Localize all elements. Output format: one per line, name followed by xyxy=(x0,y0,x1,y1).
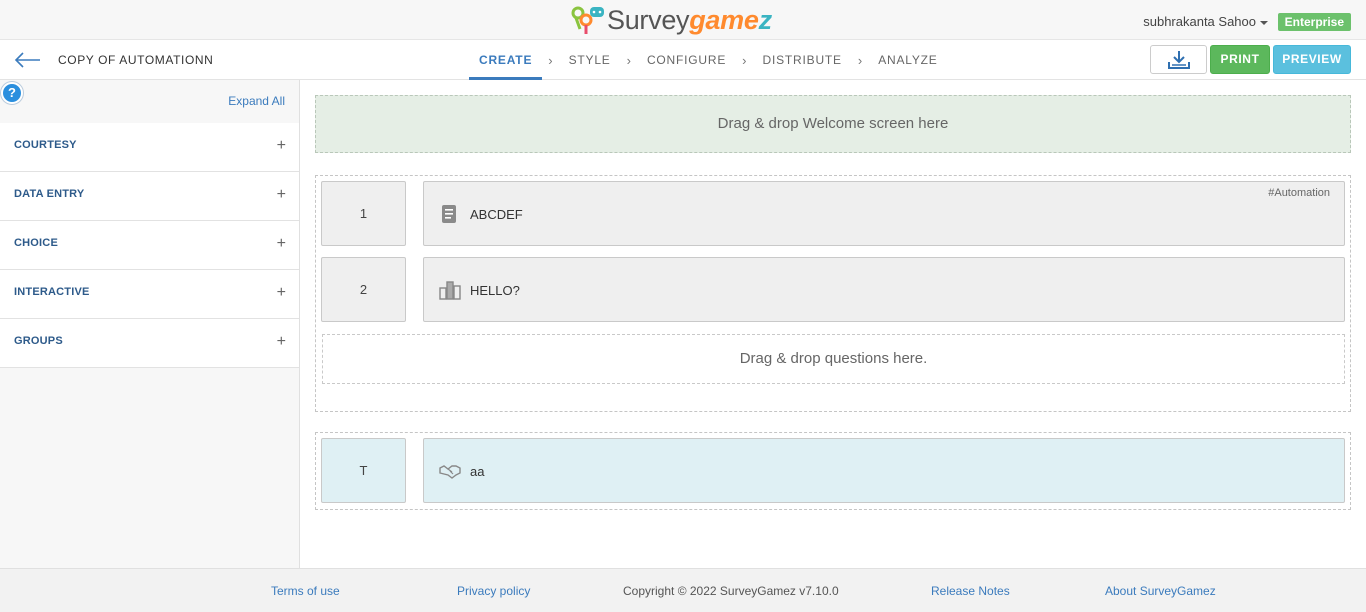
chevron-right-icon: › xyxy=(626,52,631,68)
document-icon xyxy=(439,204,459,224)
questions-container: 1 ABCDEF #Automation 2 HELLO? Drag & dro… xyxy=(315,175,1351,412)
step-create[interactable]: CREATE xyxy=(469,40,543,80)
arrow-left-icon[interactable] xyxy=(14,50,42,70)
logo-text-game: game xyxy=(689,5,759,35)
plan-badge: Enterprise xyxy=(1277,13,1351,31)
copyright-text: Copyright © 2022 SurveyGamez v7.10.0 xyxy=(623,584,839,598)
about-link[interactable]: About SurveyGamez xyxy=(1105,584,1216,598)
thankyou-number[interactable]: T xyxy=(321,438,406,503)
logo-text-gamez: gamez xyxy=(689,5,772,35)
question-types-sidebar: ? Expand All COURTESY + DATA ENTRY + CHO… xyxy=(0,80,300,568)
thankyou-card[interactable]: aa xyxy=(423,438,1345,503)
step-analyze[interactable]: ANALYZE xyxy=(868,40,947,80)
question-tag: #Automation xyxy=(1268,187,1330,199)
privacy-link[interactable]: Privacy policy xyxy=(457,584,530,598)
logo-text-z: z xyxy=(758,5,773,35)
question-card[interactable]: ABCDEF #Automation xyxy=(423,181,1345,246)
category-courtesy[interactable]: COURTESY + xyxy=(0,123,299,172)
questions-dropzone[interactable]: Drag & drop questions here. xyxy=(322,334,1345,384)
plus-icon[interactable]: + xyxy=(277,333,286,351)
handshake-icon xyxy=(439,461,461,481)
survey-name: COPY OF AUTOMATIONN xyxy=(58,53,214,67)
plus-icon[interactable]: + xyxy=(277,186,286,204)
surveygamez-logo[interactable]: Surveygamez xyxy=(571,3,772,37)
workflow-steps: CREATE › STYLE › CONFIGURE › DISTRIBUTE … xyxy=(469,40,948,80)
download-button[interactable] xyxy=(1150,45,1207,74)
download-tray-icon xyxy=(1167,50,1190,69)
question-card[interactable]: HELLO? xyxy=(423,257,1345,322)
nav-bar: COPY OF AUTOMATIONN CREATE › STYLE › CON… xyxy=(0,40,1366,80)
step-configure[interactable]: CONFIGURE xyxy=(637,40,736,80)
question-title: HELLO? xyxy=(470,283,520,298)
chevron-right-icon: › xyxy=(548,52,553,68)
user-name: subhrakanta Sahoo xyxy=(1143,14,1256,29)
user-menu[interactable]: subhrakanta Sahoo xyxy=(1143,14,1268,29)
category-label: CHOICE xyxy=(14,237,58,249)
logo-pins-icon xyxy=(571,3,607,37)
preview-button[interactable]: PREVIEW xyxy=(1273,45,1351,74)
category-groups[interactable]: GROUPS + xyxy=(0,319,299,368)
footer: Terms of use Privacy policy Copyright © … xyxy=(0,568,1366,612)
plus-icon[interactable]: + xyxy=(277,137,286,155)
plus-icon[interactable]: + xyxy=(277,235,286,253)
caret-down-icon xyxy=(1260,20,1268,25)
chevron-right-icon: › xyxy=(742,52,747,68)
category-data-entry[interactable]: DATA ENTRY + xyxy=(0,172,299,221)
category-label: INTERACTIVE xyxy=(14,286,90,298)
print-button[interactable]: PRINT xyxy=(1210,45,1270,74)
step-distribute[interactable]: DISTRIBUTE xyxy=(753,40,852,80)
plus-icon[interactable]: + xyxy=(277,284,286,302)
logo-text-survey: Survey xyxy=(607,5,690,35)
question-title: ABCDEF xyxy=(470,207,523,222)
category-interactive[interactable]: INTERACTIVE + xyxy=(0,270,299,319)
welcome-screen-dropzone[interactable]: Drag & drop Welcome screen here xyxy=(315,95,1351,153)
chevron-right-icon: › xyxy=(857,52,863,68)
thankyou-container: T aa xyxy=(315,432,1351,510)
thankyou-title: aa xyxy=(470,464,485,479)
release-notes-link[interactable]: Release Notes xyxy=(931,584,1010,598)
buildings-icon xyxy=(439,280,461,300)
terms-link[interactable]: Terms of use xyxy=(271,584,340,598)
top-bar: Surveygamez subhrakanta Sahoo Enterprise xyxy=(0,0,1366,40)
category-label: GROUPS xyxy=(14,335,63,347)
step-style[interactable]: STYLE xyxy=(559,40,621,80)
expand-all-link[interactable]: Expand All xyxy=(228,94,285,108)
category-choice[interactable]: CHOICE + xyxy=(0,221,299,270)
category-label: COURTESY xyxy=(14,139,77,151)
help-icon[interactable]: ? xyxy=(1,82,23,104)
question-number[interactable]: 1 xyxy=(321,181,406,246)
question-number[interactable]: 2 xyxy=(321,257,406,322)
category-label: DATA ENTRY xyxy=(14,188,85,200)
